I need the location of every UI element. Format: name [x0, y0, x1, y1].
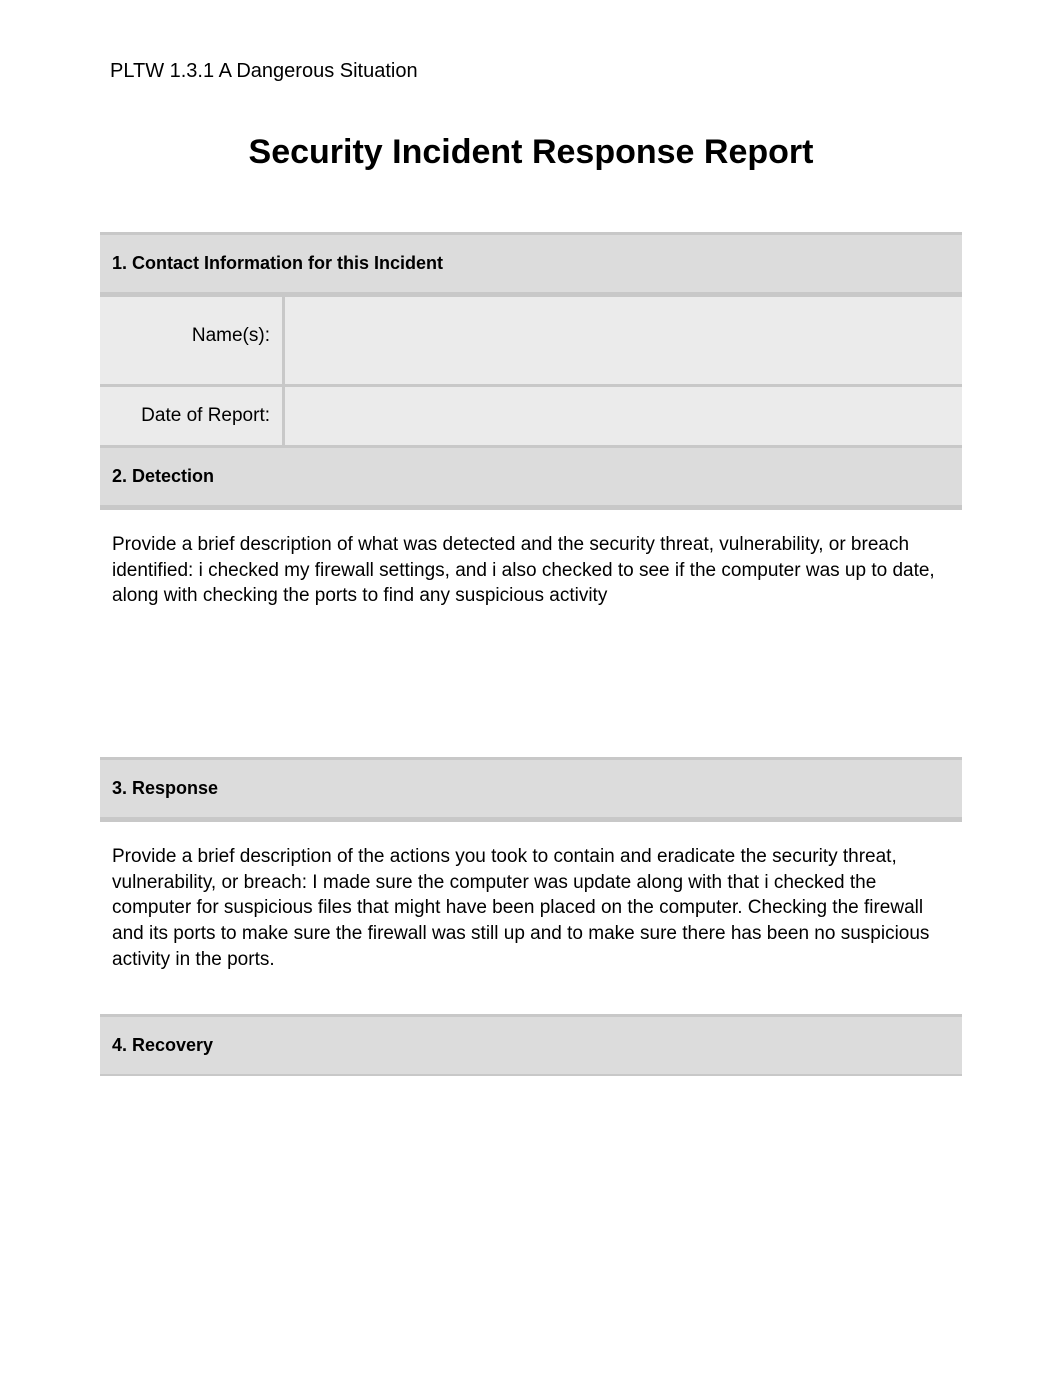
date-value[interactable]: [285, 387, 962, 445]
names-value[interactable]: [285, 297, 962, 384]
field-row-date: Date of Report:: [100, 384, 962, 445]
section-recovery-header: 4. Recovery: [100, 1014, 962, 1076]
date-label: Date of Report:: [100, 387, 285, 445]
names-label: Name(s):: [100, 297, 285, 384]
field-row-names: Name(s):: [100, 294, 962, 384]
response-content[interactable]: Provide a brief description of the actio…: [100, 819, 962, 1014]
section-response-header: 3. Response: [100, 757, 962, 819]
detection-content[interactable]: Provide a brief description of what was …: [100, 507, 962, 757]
section-contact-header: 1. Contact Information for this Incident: [100, 232, 962, 294]
page-header: PLTW 1.3.1 A Dangerous Situation: [110, 60, 962, 83]
section-detection-header: 2. Detection: [100, 445, 962, 507]
document-title: Security Incident Response Report: [100, 133, 962, 172]
report-form: 1. Contact Information for this Incident…: [100, 232, 962, 1076]
